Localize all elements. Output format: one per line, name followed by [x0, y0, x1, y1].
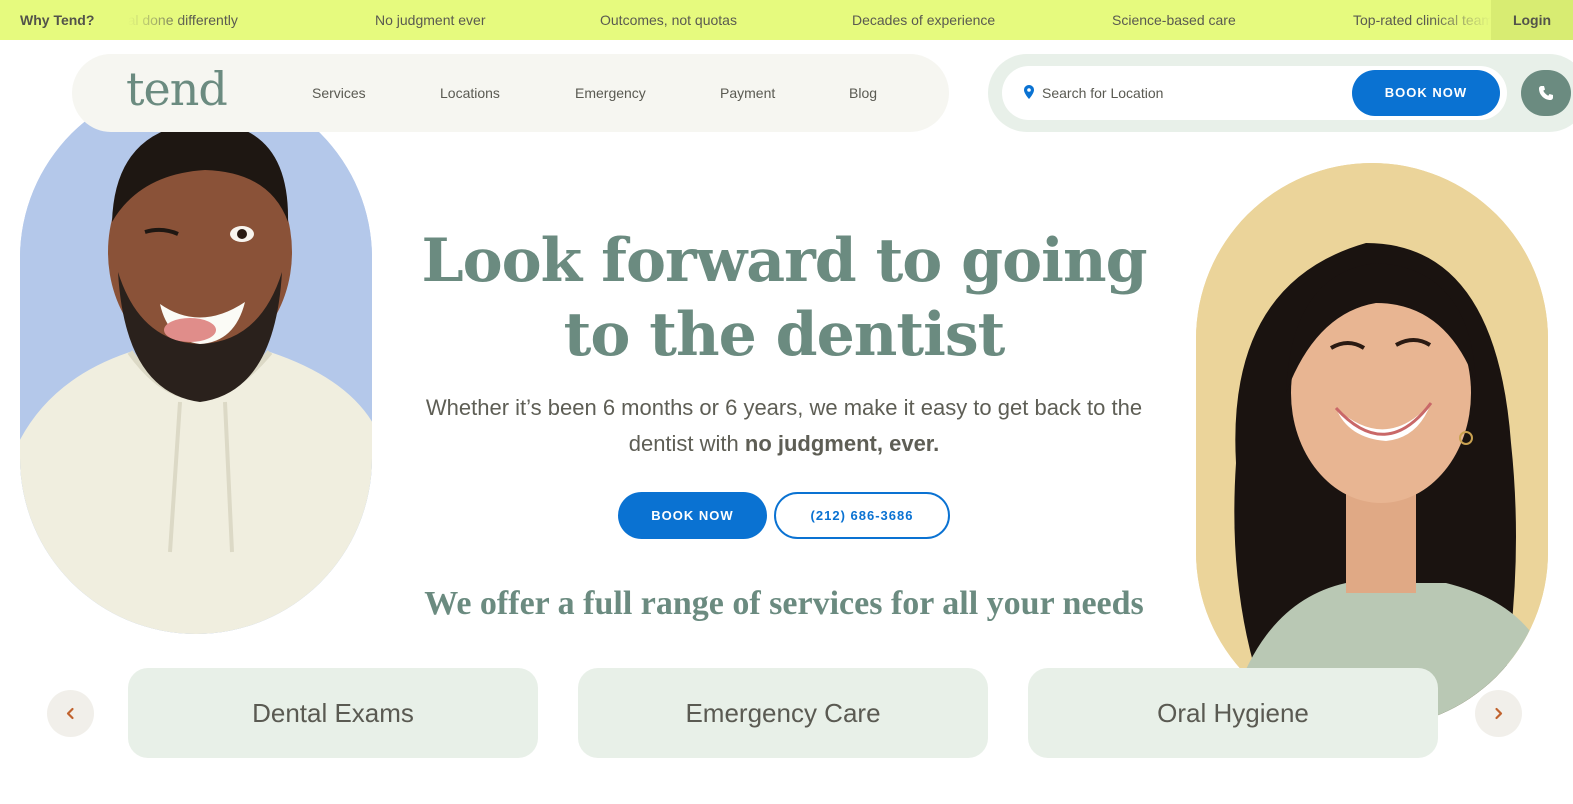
phone-icon [1539, 86, 1553, 100]
ticker-fade-left [128, 0, 188, 40]
hero-title: Look forward to going to the dentist [421, 226, 1147, 370]
carousel-next-button[interactable] [1475, 690, 1522, 737]
announcement-ticker: Why Tend? Dental done differently No jud… [0, 0, 1573, 40]
location-search-input[interactable] [1042, 66, 1342, 120]
chevron-right-icon [1495, 707, 1503, 720]
call-button[interactable] [1521, 70, 1571, 116]
search-field-wrapper: BOOK NOW [1002, 66, 1507, 120]
hero-photo-right [1196, 163, 1548, 728]
hero-phone-button[interactable]: (212) 686-3686 [774, 492, 950, 539]
ticker-item: No judgment ever [375, 12, 486, 28]
chevron-left-icon [66, 707, 74, 720]
location-pin-icon [1024, 85, 1034, 99]
tend-logo[interactable]: tend [126, 62, 228, 116]
services-heading: We offer a full range of services for al… [400, 585, 1168, 623]
ticker-track: Dental done differently No judgment ever… [128, 0, 1491, 40]
ticker-fade-right [1431, 0, 1491, 40]
smiling-man-illustration [20, 82, 372, 634]
location-search-bar: BOOK NOW [988, 54, 1573, 132]
main-nav: tend Services Locations Emergency Paymen… [72, 54, 949, 132]
nav-link-emergency[interactable]: Emergency [575, 54, 646, 132]
service-card-dental-exams[interactable]: Dental Exams [128, 668, 538, 758]
ticker-item: Decades of experience [852, 12, 996, 28]
why-tend-link[interactable]: Why Tend? [20, 0, 94, 40]
hero-subtitle: Whether it’s been 6 months or 6 years, w… [420, 390, 1148, 462]
services-heading-text: We offer a full range of services for [424, 585, 943, 622]
nav-link-services[interactable]: Services [312, 54, 366, 132]
header-book-now-button[interactable]: BOOK NOW [1352, 70, 1500, 116]
login-button[interactable]: Login [1491, 0, 1573, 40]
hero-book-now-button[interactable]: BOOK NOW [618, 492, 767, 539]
service-card-oral-hygiene[interactable]: Oral Hygiene [1028, 668, 1438, 758]
nav-link-locations[interactable]: Locations [440, 54, 500, 132]
carousel-prev-button[interactable] [47, 690, 94, 737]
ticker-item: Outcomes, not quotas [600, 12, 737, 28]
hero-photo-left [20, 82, 372, 634]
services-heading-emphasis: all your needs [942, 585, 1144, 622]
smiling-woman-illustration [1196, 163, 1548, 728]
hero-subtitle-emphasis: no judgment, ever. [744, 431, 940, 456]
ticker-item: Science-based care [1112, 12, 1236, 28]
service-card-emergency-care[interactable]: Emergency Care [578, 668, 988, 758]
nav-link-blog[interactable]: Blog [849, 54, 877, 132]
nav-link-payment[interactable]: Payment [720, 54, 775, 132]
